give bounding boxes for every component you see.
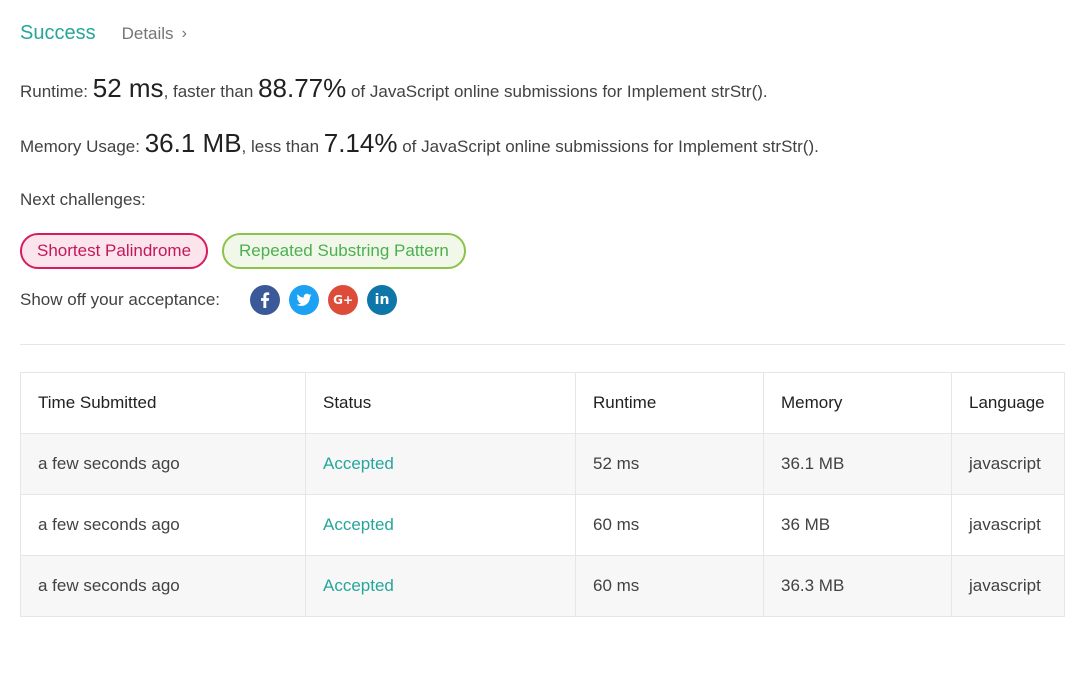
cell-status-link[interactable]: Accepted xyxy=(305,494,576,556)
memory-stat: Memory Usage: 36.1 MB, less than 7.14% o… xyxy=(20,128,819,159)
cell-language: javascript xyxy=(951,433,1065,495)
cell-runtime: 60 ms xyxy=(575,494,764,556)
details-label: Details xyxy=(121,23,174,43)
cell-runtime: 52 ms xyxy=(575,433,764,495)
header-language: Language xyxy=(951,372,1065,434)
cell-runtime: 60 ms xyxy=(575,555,764,617)
section-divider xyxy=(20,344,1065,345)
memory-label: Memory Usage: xyxy=(20,137,145,156)
header-status: Status xyxy=(305,372,576,434)
result-header: Success Details › xyxy=(20,22,187,45)
table-row: a few seconds ago Accepted 52 ms 36.1 MB… xyxy=(20,433,1065,495)
cell-memory: 36.1 MB xyxy=(763,433,952,495)
cell-time: a few seconds ago xyxy=(20,433,306,495)
share-row: Show off your acceptance: G+ in xyxy=(20,285,406,315)
cell-status-link[interactable]: Accepted xyxy=(305,433,576,495)
details-link[interactable]: Details › xyxy=(122,24,187,44)
next-challenges-list: Shortest Palindrome Repeated Substring P… xyxy=(20,233,466,269)
share-label: Show off your acceptance: xyxy=(20,290,221,309)
header-runtime: Runtime xyxy=(575,372,764,434)
cell-status-link[interactable]: Accepted xyxy=(305,555,576,617)
table-row: a few seconds ago Accepted 60 ms 36.3 MB… xyxy=(20,555,1065,617)
header-memory: Memory xyxy=(763,372,952,434)
table-row: a few seconds ago Accepted 60 ms 36 MB j… xyxy=(20,494,1065,556)
facebook-icon[interactable] xyxy=(250,285,281,315)
twitter-icon[interactable] xyxy=(289,285,320,315)
cell-language: javascript xyxy=(951,555,1065,617)
next-challenges-label: Next challenges: xyxy=(20,190,146,209)
challenge-shortest-palindrome[interactable]: Shortest Palindrome xyxy=(20,233,209,269)
cell-memory: 36.3 MB xyxy=(763,555,952,617)
linkedin-icon[interactable]: in xyxy=(367,285,398,315)
memory-suffix: of JavaScript online submissions for Imp… xyxy=(397,137,819,156)
status-success-link[interactable]: Success xyxy=(20,22,96,45)
cell-memory: 36 MB xyxy=(763,494,952,556)
google-plus-icon[interactable]: G+ xyxy=(328,285,359,315)
challenge-repeated-substring-pattern[interactable]: Repeated Substring Pattern xyxy=(222,233,466,269)
google-plus-glyph: G+ xyxy=(333,293,353,307)
submissions-table: Time Submitted Status Runtime Memory Lan… xyxy=(20,372,1065,617)
runtime-stat: Runtime: 52 ms, faster than 88.77% of Ja… xyxy=(20,73,768,104)
header-time-submitted: Time Submitted xyxy=(20,372,306,434)
memory-value: 36.1 MB xyxy=(144,128,242,158)
linkedin-glyph: in xyxy=(374,292,390,308)
runtime-label: Runtime: xyxy=(20,82,93,101)
runtime-percent: 88.77% xyxy=(258,73,347,103)
memory-percent: 7.14% xyxy=(323,128,398,158)
runtime-suffix: of JavaScript online submissions for Imp… xyxy=(346,82,768,101)
cell-time: a few seconds ago xyxy=(20,555,306,617)
chevron-right-icon: › xyxy=(181,24,187,42)
cell-time: a few seconds ago xyxy=(20,494,306,556)
runtime-value: 52 ms xyxy=(92,73,164,103)
memory-mid: , less than xyxy=(241,137,324,156)
runtime-mid: , faster than xyxy=(163,82,259,101)
cell-language: javascript xyxy=(951,494,1065,556)
table-header-row: Time Submitted Status Runtime Memory Lan… xyxy=(20,372,1065,434)
